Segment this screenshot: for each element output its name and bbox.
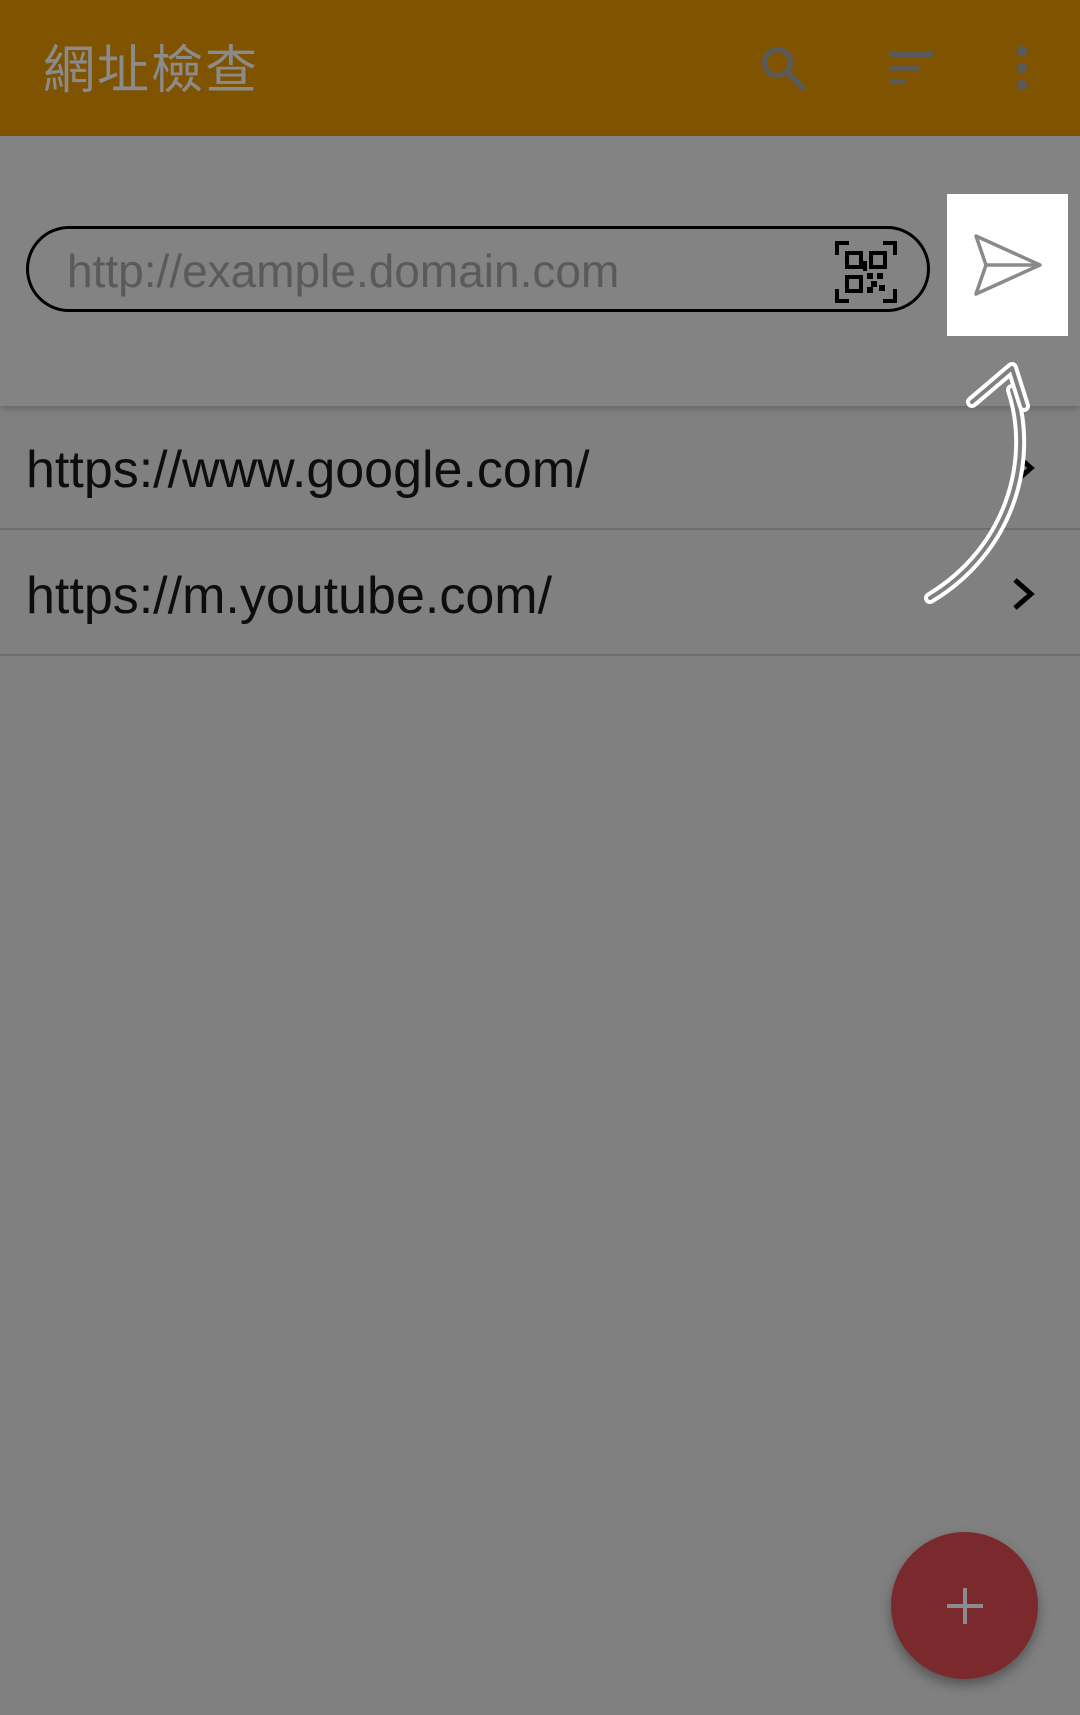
app-title: 網址檢查 xyxy=(43,41,260,101)
chevron-right-icon xyxy=(1003,572,1043,616)
app-bar: 網址檢查 xyxy=(0,0,1080,136)
history-item[interactable]: https://m.youtube.com/ xyxy=(0,532,1080,656)
send-icon[interactable] xyxy=(947,194,1068,336)
plus-icon xyxy=(946,1587,983,1624)
history-item-url: https://www.google.com/ xyxy=(26,441,590,499)
sort-icon[interactable] xyxy=(877,34,945,102)
add-button[interactable] xyxy=(891,1532,1038,1679)
history-item[interactable]: https://www.google.com/ xyxy=(0,406,1080,530)
chevron-right-icon xyxy=(1003,446,1043,490)
search-icon[interactable] xyxy=(749,34,817,102)
url-input[interactable] xyxy=(65,243,789,299)
more-vert-icon[interactable] xyxy=(988,34,1056,102)
history-item-url: https://m.youtube.com/ xyxy=(26,567,553,625)
url-input-card xyxy=(0,136,1080,406)
url-field xyxy=(26,226,930,312)
qr-code-scan-icon[interactable] xyxy=(833,239,899,305)
